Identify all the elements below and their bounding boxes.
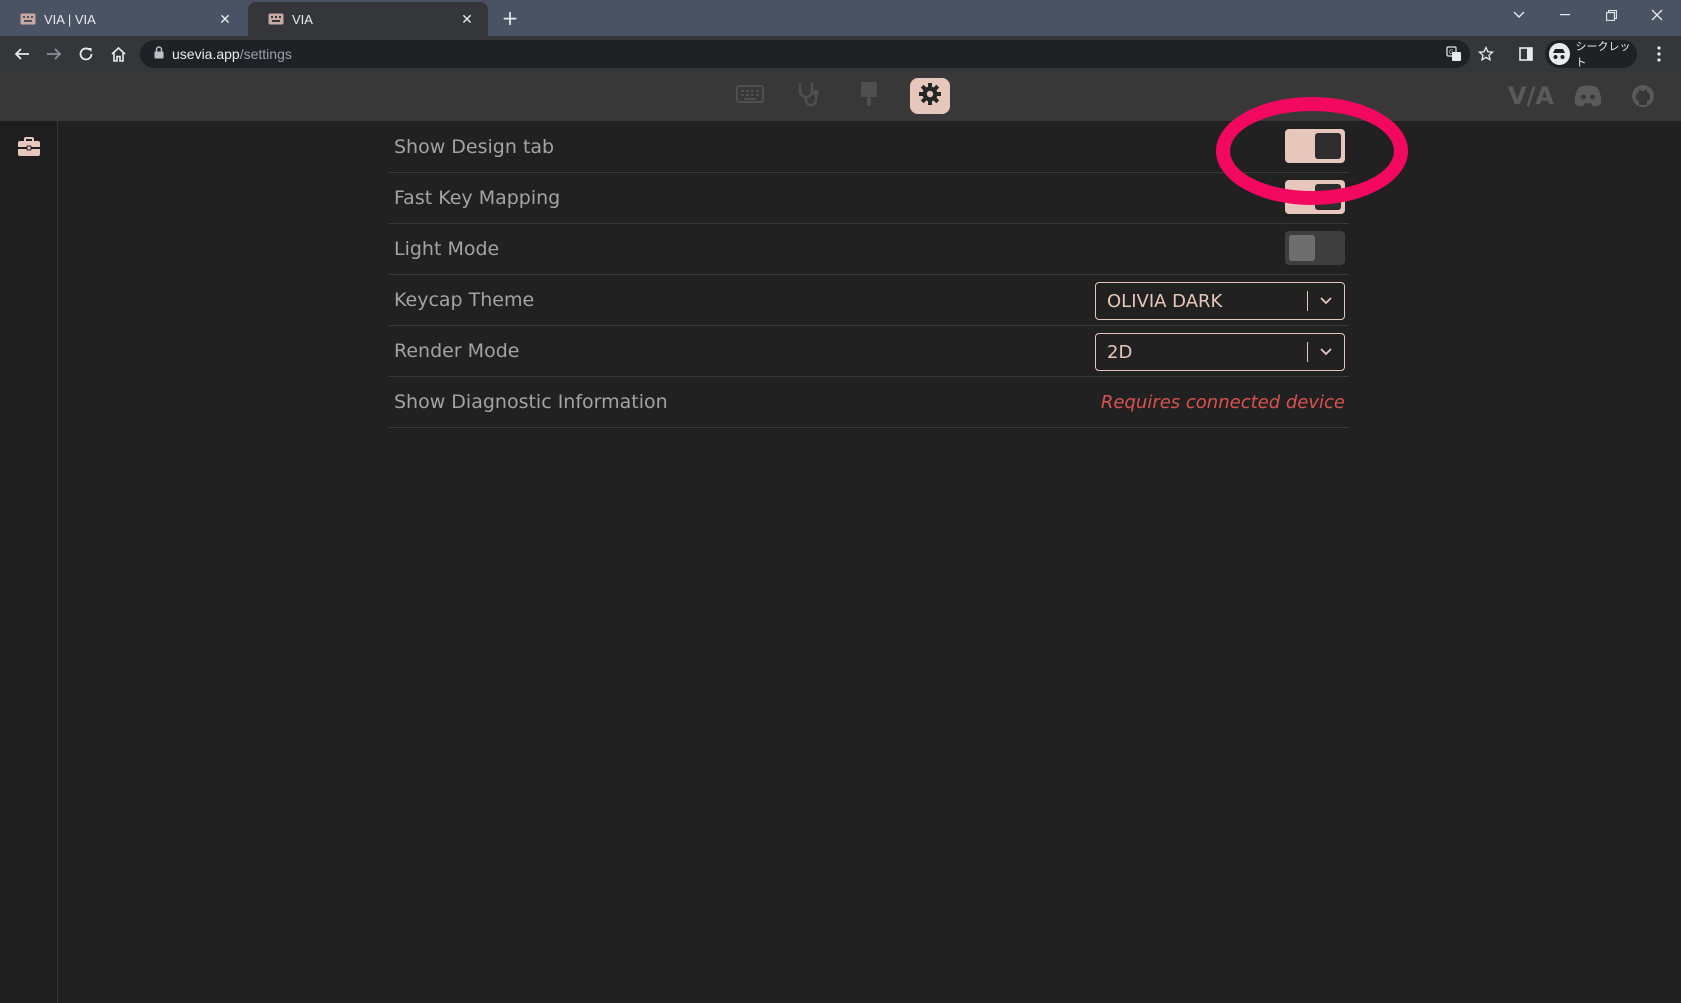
gear-icon xyxy=(918,82,942,110)
more-options-icon[interactable] xyxy=(1646,41,1672,67)
browser-tab-via[interactable]: VIA ✕ xyxy=(248,2,488,36)
setting-label: Fast Key Mapping xyxy=(394,187,561,209)
app-header: V/A xyxy=(0,72,1681,121)
browser-tab-via-via[interactable]: VIA | VIA ✕ xyxy=(0,2,246,36)
via-logo[interactable]: V/A xyxy=(1508,80,1554,112)
nav-design-button[interactable] xyxy=(849,78,889,114)
setting-label: Keycap Theme xyxy=(394,289,535,311)
setting-label: Show Diagnostic Information xyxy=(394,391,668,413)
home-icon[interactable] xyxy=(105,41,131,67)
reload-icon[interactable] xyxy=(73,41,99,67)
stethoscope-icon xyxy=(796,81,822,111)
setting-label: Render Mode xyxy=(394,340,520,362)
url-path: /settings xyxy=(239,46,292,62)
via-logo-text: V/A xyxy=(1508,82,1554,110)
close-window-icon[interactable] xyxy=(1634,0,1680,30)
nav-keyboard-button[interactable] xyxy=(730,78,770,114)
incognito-label: シークレット xyxy=(1575,40,1631,69)
toolbox-icon[interactable] xyxy=(17,137,43,159)
tab-title: VIA | VIA xyxy=(44,11,96,27)
select-value: 2D xyxy=(1107,341,1133,363)
select-value: OLIVIA DARK xyxy=(1107,290,1223,312)
settings-panel: Show Design tab Fast Key Mapping Light M… xyxy=(389,122,1349,428)
bookmark-star-icon[interactable] xyxy=(1477,45,1495,63)
setting-label: Show Design tab xyxy=(394,136,555,158)
incognito-profile-button[interactable]: シークレット xyxy=(1545,40,1637,69)
translate-icon[interactable]: G xyxy=(1445,45,1463,63)
side-panel-icon[interactable] xyxy=(1513,41,1539,67)
browser-tab-strip: VIA | VIA ✕ VIA ✕ + xyxy=(0,0,1681,36)
forward-arrow-icon[interactable] xyxy=(41,41,67,67)
keycap-theme-select[interactable]: OLIVIA DARK xyxy=(1095,282,1345,320)
chevron-down-icon xyxy=(1308,297,1344,305)
browser-toolbar: usevia.app/settings G シークレット xyxy=(0,36,1681,72)
nav-debug-button[interactable] xyxy=(789,78,829,114)
nav-settings-button[interactable] xyxy=(910,78,950,114)
keyboard-icon xyxy=(736,85,764,107)
light-mode-toggle[interactable] xyxy=(1285,231,1345,265)
new-tab-button[interactable]: + xyxy=(498,6,522,30)
svg-text:G: G xyxy=(1449,49,1454,56)
fast-key-mapping-toggle[interactable] xyxy=(1285,180,1345,214)
left-sidebar xyxy=(0,121,58,1003)
via-favicon-icon xyxy=(268,13,284,25)
setting-label: Light Mode xyxy=(394,238,500,260)
setting-row-diagnostic: Show Diagnostic Information Requires con… xyxy=(389,377,1349,428)
lock-icon xyxy=(154,46,164,62)
minimize-icon[interactable] xyxy=(1542,0,1588,30)
restore-icon[interactable] xyxy=(1588,0,1634,30)
tab-title: VIA xyxy=(292,11,313,27)
show-design-tab-toggle[interactable] xyxy=(1285,129,1345,163)
address-bar[interactable]: usevia.app/settings G xyxy=(140,40,1494,68)
chevron-down-icon xyxy=(1308,348,1344,356)
requires-device-message: Requires connected device xyxy=(1100,391,1345,413)
incognito-icon xyxy=(1549,43,1570,65)
setting-row-show-design-tab: Show Design tab xyxy=(389,122,1349,173)
setting-row-render-mode: Render Mode 2D xyxy=(389,326,1349,377)
url-host: usevia.app xyxy=(172,46,240,62)
back-arrow-icon[interactable] xyxy=(9,41,35,67)
paintbrush-icon xyxy=(859,81,879,111)
setting-row-light-mode: Light Mode xyxy=(389,224,1349,275)
setting-row-fast-key-mapping: Fast Key Mapping xyxy=(389,173,1349,224)
tab-close-icon[interactable]: ✕ xyxy=(458,11,476,28)
tab-close-icon[interactable]: ✕ xyxy=(216,11,234,28)
github-icon[interactable] xyxy=(1628,80,1658,112)
discord-icon[interactable] xyxy=(1572,80,1604,112)
via-favicon-icon xyxy=(20,13,36,25)
setting-row-keycap-theme: Keycap Theme OLIVIA DARK xyxy=(389,275,1349,326)
render-mode-select[interactable]: 2D xyxy=(1095,333,1345,371)
tab-search-icon[interactable] xyxy=(1496,0,1542,30)
